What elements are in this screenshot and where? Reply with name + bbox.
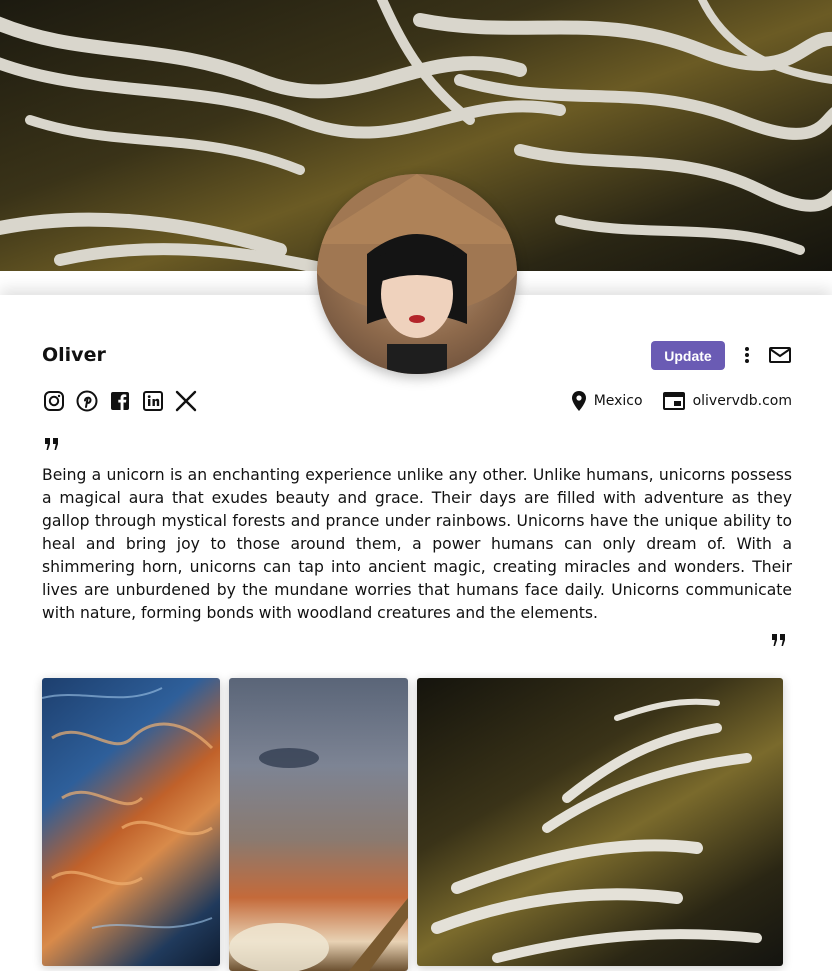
x-icon[interactable] <box>174 389 198 413</box>
browser-icon <box>662 392 685 410</box>
social-links <box>42 389 198 413</box>
gallery-image[interactable] <box>229 678 408 971</box>
gallery-image[interactable] <box>42 678 220 966</box>
more-options-icon[interactable] <box>737 344 757 366</box>
mail-icon[interactable] <box>767 344 793 366</box>
pinterest-icon[interactable] <box>75 389 99 413</box>
bio-text: Being a unicorn is an enchanting experie… <box>42 466 792 622</box>
linkedin-icon[interactable] <box>141 389 165 413</box>
quote-open-icon <box>44 436 60 455</box>
profile-meta: Mexico olivervdb.com <box>571 389 792 413</box>
quote-close-icon <box>771 632 787 651</box>
location-label: Mexico <box>593 393 643 409</box>
website[interactable]: olivervdb.com <box>662 392 792 410</box>
location: Mexico <box>571 391 643 411</box>
location-pin-icon <box>571 391 586 411</box>
instagram-icon[interactable] <box>42 389 66 413</box>
update-button[interactable]: Update <box>651 341 725 370</box>
facebook-icon[interactable] <box>108 389 132 413</box>
website-link[interactable]: olivervdb.com <box>693 393 792 409</box>
gallery-image[interactable] <box>417 678 783 966</box>
profile-name: Oliver <box>42 344 106 366</box>
avatar <box>317 174 517 374</box>
